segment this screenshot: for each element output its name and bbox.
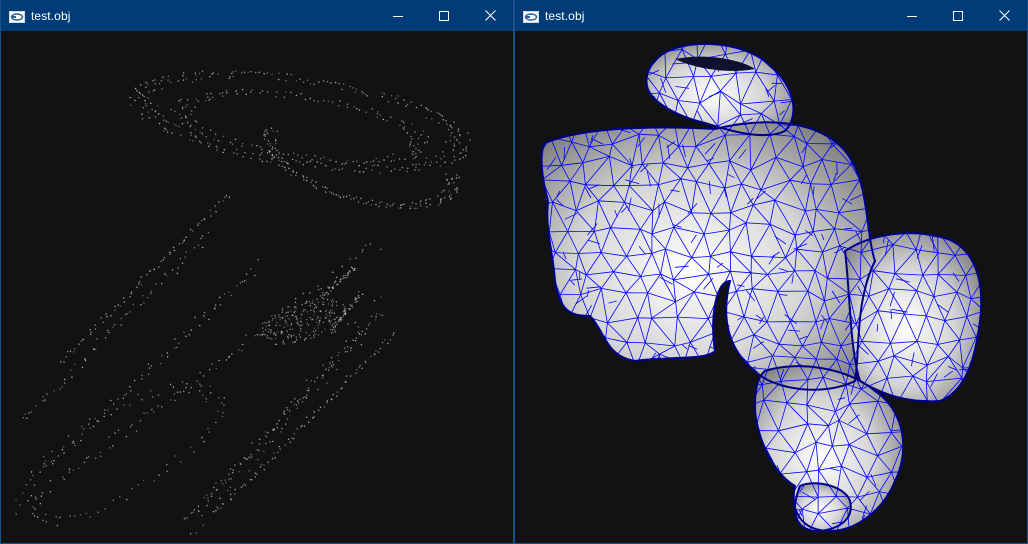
mesh-render [540,43,983,533]
title-bar[interactable]: test.obj [1,0,513,31]
minimize-button[interactable] [889,0,935,31]
maximize-icon [439,10,449,21]
title-bar[interactable]: test.obj [515,0,1027,31]
minimize-button[interactable] [375,0,421,31]
viewer-app-icon [9,10,25,23]
viewer-window-left: test.obj [0,0,514,544]
close-icon [484,10,496,21]
window-title: test.obj [31,8,71,23]
close-button[interactable] [981,0,1027,31]
maximize-button[interactable] [935,0,981,31]
viewer-window-right: test.obj [514,0,1028,544]
close-icon [998,10,1010,21]
mesh-viewport[interactable] [515,31,1027,543]
point-cloud-viewport[interactable] [1,31,513,543]
point-cloud-render [15,70,471,535]
maximize-button[interactable] [421,0,467,31]
viewer-app-icon [523,10,539,23]
window-title: test.obj [545,8,585,23]
minimize-icon [907,15,917,17]
mesh-surface [541,43,982,531]
close-button[interactable] [467,0,513,31]
minimize-icon [393,15,403,17]
maximize-icon [953,10,963,21]
